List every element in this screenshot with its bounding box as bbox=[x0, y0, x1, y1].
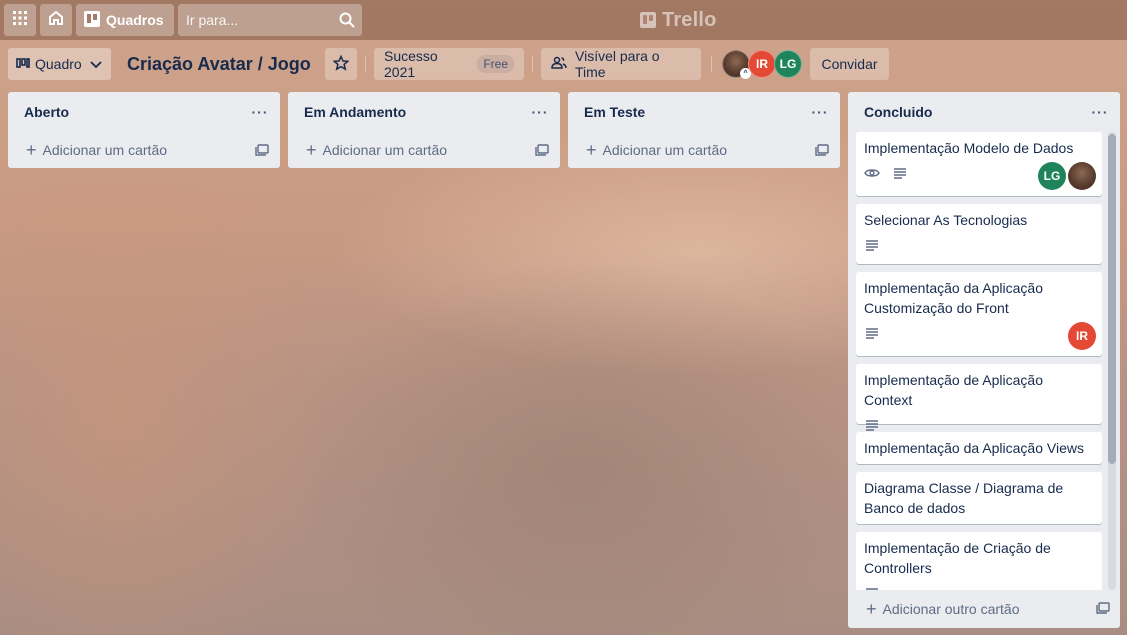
add-card-button[interactable]: + Adicionar outro cartão bbox=[848, 590, 1120, 628]
board-members: ^ IR LG bbox=[722, 50, 802, 79]
trello-logo-icon bbox=[640, 12, 656, 28]
invite-label: Convidar bbox=[821, 56, 878, 72]
avatar[interactable]: IR bbox=[748, 50, 776, 78]
avatar[interactable] bbox=[1068, 162, 1096, 190]
list-em-andamento: Em Andamento ··· + Adicionar um cartão bbox=[288, 92, 560, 168]
list-header[interactable]: Em Teste ··· bbox=[568, 92, 840, 132]
more-dots-icon[interactable]: ··· bbox=[528, 104, 552, 120]
card-list: Implementação Modelo de Dados LG Selecio… bbox=[848, 132, 1120, 590]
card[interactable]: Selecionar As Tecnologias bbox=[856, 204, 1102, 264]
card-badges bbox=[864, 582, 1094, 590]
visibility-label: Visível para o Time bbox=[575, 48, 660, 80]
search-icon[interactable] bbox=[332, 12, 362, 28]
card[interactable]: Implementação de Criação de Controllers bbox=[856, 532, 1102, 590]
add-card-label: Adicionar um cartão bbox=[322, 142, 448, 158]
list-title[interactable]: Em Teste bbox=[584, 104, 808, 120]
card[interactable]: Implementação de Aplicação Context bbox=[856, 364, 1102, 431]
card-title: Implementação da Aplicação Customização … bbox=[864, 280, 1043, 316]
plan-badge: Free bbox=[477, 55, 514, 73]
logo-text: Trello bbox=[662, 8, 717, 31]
home-icon bbox=[47, 9, 65, 32]
trello-logo[interactable]: Trello bbox=[640, 8, 717, 32]
add-card-button[interactable]: + Adicionar um cartão bbox=[568, 132, 840, 168]
boards-icon bbox=[84, 10, 100, 30]
card-title: Implementação da Aplicação Views bbox=[864, 440, 1084, 456]
board-view-icon bbox=[16, 56, 30, 72]
more-dots-icon[interactable]: ··· bbox=[1088, 104, 1112, 120]
eye-icon bbox=[864, 165, 880, 181]
header-divider bbox=[532, 56, 533, 72]
list-header[interactable]: Concluido ··· bbox=[848, 92, 1120, 132]
card-members: LG bbox=[1036, 162, 1096, 190]
search-placeholder: Ir para... bbox=[186, 12, 239, 28]
boards-button[interactable]: Quadros bbox=[76, 4, 174, 36]
card-title: Implementação de Aplicação Context bbox=[864, 372, 1043, 408]
card-members: IR bbox=[1066, 322, 1096, 350]
avatar[interactable]: LG bbox=[774, 50, 802, 78]
card[interactable]: Implementação da Aplicação Views bbox=[856, 432, 1102, 464]
view-label: Quadro bbox=[35, 56, 82, 72]
search-input[interactable]: Ir para... bbox=[178, 4, 362, 36]
top-header: Quadros Ir para... Trello bbox=[0, 0, 1127, 40]
card-template-icon[interactable] bbox=[1096, 601, 1110, 617]
team-visibility-icon bbox=[551, 56, 567, 73]
list-title[interactable]: Em Andamento bbox=[304, 104, 528, 120]
chevron-down-icon bbox=[90, 56, 102, 72]
list-header[interactable]: Aberto ··· bbox=[8, 92, 280, 132]
avatar[interactable]: LG bbox=[1038, 162, 1066, 190]
add-card-button[interactable]: + Adicionar um cartão bbox=[288, 132, 560, 168]
description-icon bbox=[864, 585, 880, 590]
plus-icon: + bbox=[866, 599, 877, 619]
add-card-button[interactable]: + Adicionar um cartão bbox=[8, 132, 280, 168]
home-button[interactable] bbox=[40, 4, 72, 36]
team-button[interactable]: Sucesso 2021 Free bbox=[374, 48, 524, 80]
apps-button[interactable] bbox=[4, 4, 36, 36]
card-title: Diagrama Classe / Diagrama de Banco de d… bbox=[864, 480, 1064, 516]
boards-label: Quadros bbox=[106, 12, 164, 28]
list-concluido: Concluido ··· Implementação Modelo de Da… bbox=[848, 92, 1120, 628]
star-icon bbox=[332, 54, 350, 74]
card-title: Selecionar As Tecnologias bbox=[864, 212, 1028, 228]
add-card-label: Adicionar um cartão bbox=[42, 142, 168, 158]
card-title: Implementação Modelo de Dados bbox=[864, 140, 1074, 156]
header-divider bbox=[365, 56, 366, 72]
avatar[interactable]: IR bbox=[1068, 322, 1096, 350]
team-name: Sucesso 2021 bbox=[384, 48, 438, 80]
description-icon bbox=[864, 417, 880, 433]
card[interactable]: Diagrama Classe / Diagrama de Banco de d… bbox=[856, 472, 1102, 524]
list-em-teste: Em Teste ··· + Adicionar um cartão bbox=[568, 92, 840, 168]
list-aberto: Aberto ··· + Adicionar um cartão bbox=[8, 92, 280, 168]
scrollbar-thumb[interactable] bbox=[1108, 134, 1116, 464]
list-scrollbar[interactable] bbox=[1108, 132, 1116, 590]
more-dots-icon[interactable]: ··· bbox=[248, 104, 272, 120]
card[interactable]: Implementação Modelo de Dados LG bbox=[856, 132, 1102, 196]
add-card-label: Adicionar um cartão bbox=[602, 142, 728, 158]
list-title[interactable]: Aberto bbox=[24, 104, 248, 120]
avatar[interactable]: ^ bbox=[722, 50, 751, 79]
description-icon bbox=[864, 237, 880, 253]
apps-grid-icon bbox=[12, 10, 28, 31]
star-button[interactable] bbox=[325, 48, 357, 80]
card-title: Implementação de Criação de Controllers bbox=[864, 540, 1051, 576]
plus-icon: + bbox=[26, 140, 37, 160]
plus-icon: + bbox=[306, 140, 317, 160]
card-badges bbox=[864, 322, 1094, 344]
add-card-label: Adicionar outro cartão bbox=[882, 601, 1020, 617]
invite-button[interactable]: Convidar bbox=[810, 48, 889, 80]
description-icon bbox=[892, 165, 908, 181]
visibility-button[interactable]: Visível para o Time bbox=[541, 48, 701, 80]
card-template-icon[interactable] bbox=[534, 143, 550, 157]
list-title[interactable]: Concluido bbox=[864, 104, 1088, 120]
header-divider bbox=[711, 56, 712, 72]
view-switcher-button[interactable]: Quadro bbox=[8, 48, 111, 80]
more-dots-icon[interactable]: ··· bbox=[808, 104, 832, 120]
description-icon bbox=[864, 325, 880, 341]
card-badges bbox=[864, 234, 1094, 256]
card-template-icon[interactable] bbox=[254, 143, 270, 157]
plus-icon: + bbox=[586, 140, 597, 160]
board-title[interactable]: Criação Avatar / Jogo bbox=[127, 52, 311, 76]
list-header[interactable]: Em Andamento ··· bbox=[288, 92, 560, 132]
card-template-icon[interactable] bbox=[814, 143, 830, 157]
card[interactable]: Implementação da Aplicação Customização … bbox=[856, 272, 1102, 356]
